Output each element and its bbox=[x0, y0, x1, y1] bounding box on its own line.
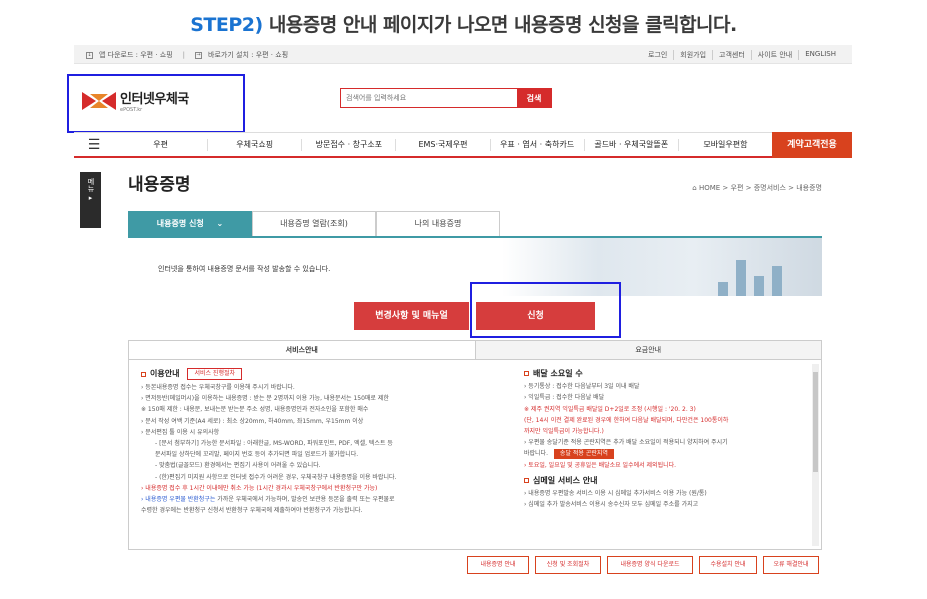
bullet-square-icon bbox=[524, 371, 529, 377]
usage-line: › 문서편집 툴 이용 시 유의사항 bbox=[141, 428, 220, 436]
delivery-days-title: 배달 소요일 수 bbox=[524, 368, 809, 379]
holiday-notice: › 토요일, 일요일 및 공휴일은 배달소요 일수에서 제외됩니다. bbox=[524, 461, 677, 469]
delivery-red-line: 까지만 익일특급이 가능합니다.) bbox=[524, 428, 604, 436]
bullet-square-icon bbox=[524, 477, 529, 483]
content-tabs: 내용증명 신청 ⌄ 내용증명 열람(조회) 나의 내용증명 bbox=[128, 211, 500, 236]
install-guide-button[interactable]: 수용설치 안내 bbox=[699, 556, 757, 574]
main-nav: ☰ 우편 우체국쇼핑 방문접수 · 창구소포 EMS·국제우편 우표 · 엽서 … bbox=[74, 131, 852, 158]
login-link[interactable]: 로그인 bbox=[642, 50, 673, 60]
tab-apply[interactable]: 내용증명 신청 ⌄ bbox=[128, 211, 252, 236]
delivery-note-cont: 바랍니다. 송달 적용 곤란지역 bbox=[524, 448, 809, 460]
nav-item-ems[interactable]: EMS·국제우편 bbox=[395, 138, 489, 151]
delivery-note-text: 바랍니다. bbox=[524, 450, 548, 458]
shortcut-icon: → bbox=[195, 51, 203, 59]
delivery-days-heading: 배달 소요일 수 bbox=[533, 369, 583, 378]
cancel-notice: › 내용증명 접수 후 1시간 이내에만 취소 가능 (1시간 경과시 우체국창… bbox=[141, 484, 378, 492]
side-menu-tab[interactable]: 메뉴 ▸ bbox=[80, 172, 101, 228]
error-guide-button[interactable]: 오류 해결안내 bbox=[763, 556, 819, 574]
search-bar: 검색 bbox=[340, 88, 552, 108]
nav-item-visit-parcel[interactable]: 방문접수 · 창구소포 bbox=[301, 138, 395, 151]
guide-button[interactable]: 내용증명 안내 bbox=[467, 556, 529, 574]
usage-subline: - 맞춤법(글꼴모드) 환경에서는 편집기 사용이 어려울 수 있습니다. bbox=[155, 462, 321, 470]
delivery-note: › 우편물 송달기준 적용 곤란지역은 추가 배달 소요일이 적용되니 양지하여… bbox=[524, 439, 728, 447]
nav-item-shopping[interactable]: 우체국쇼핑 bbox=[207, 138, 301, 151]
site-logo[interactable]: 인터넷우체국 ePOST.kr bbox=[82, 88, 189, 113]
delivery-info: 배달 소요일 수 › 등기통상 : 접수한 다음날부터 3일 이내 배달 › 익… bbox=[524, 368, 809, 510]
breadcrumb[interactable]: ⌂ HOME > 우편 > 증명서비스 > 내용증명 bbox=[692, 183, 822, 193]
service-process-button[interactable]: 서비스 진행절차 bbox=[187, 368, 243, 380]
epost-logo-icon bbox=[82, 90, 116, 112]
scroll-thumb[interactable] bbox=[813, 372, 818, 472]
download-icon: ↓ bbox=[86, 51, 93, 59]
usage-subline: - [문서 첨부하기] 가능한 문서파일 : 아래한글, MS-WORD, 파워… bbox=[155, 440, 393, 448]
procedure-button[interactable]: 신청 및 조회절차 bbox=[535, 556, 601, 574]
info-tabs: 서비스안내 요금안내 bbox=[128, 340, 822, 360]
sitemap-link[interactable]: 사이트 안내 bbox=[750, 50, 798, 60]
nav-item-mobile-mailbox[interactable]: 모바일우편함 bbox=[677, 138, 772, 151]
banner-text: 인터넷을 통하여 내용증명 문서를 작성 발송할 수 있습니다. bbox=[158, 265, 331, 273]
bottom-buttons: 내용증명 안내 신청 및 조회절차 내용증명 양식 다운로드 수용설치 안내 오… bbox=[467, 556, 819, 574]
usage-subline: 문서파일 상하단에 꼬리말, 페이지 번호 등이 추가되면 파일 업로드가 불가… bbox=[155, 451, 359, 459]
delivery-line: › 등기통상 : 접수한 다음날부터 3일 이내 배달 bbox=[524, 383, 640, 391]
util-divider: | bbox=[182, 51, 186, 59]
return-request-notice: › 내용증명 우편물 반환청구는 가까운 우체국에서 가능하며, 발송인 보관용… bbox=[141, 494, 496, 505]
usage-line: › 등본내용증명 접수는 우체국창구를 이용해 주시기 바랍니다. bbox=[141, 384, 295, 391]
tab-service-info[interactable]: 서비스안내 bbox=[129, 341, 476, 359]
step-heading: STEP2) 내용증명 안내 페이지가 나오면 내용증명 신청을 클릭합니다. bbox=[0, 10, 927, 37]
tab-my-certificates[interactable]: 나의 내용증명 bbox=[376, 211, 500, 236]
manual-button[interactable]: 변경사항 및 매뉴얼 bbox=[354, 302, 469, 330]
usage-line: 수령한 경우에는 반환청구 신청서 반환청구 우체국에 제출하여야 반환청구가 … bbox=[141, 507, 363, 515]
nav-item-goldbar[interactable]: 골드바 · 우체국알뜰폰 bbox=[583, 138, 678, 151]
search-input[interactable] bbox=[341, 89, 517, 107]
chevron-down-icon: ⌄ bbox=[216, 219, 224, 228]
usage-line: › 면저등반(메일머시)을 이용하는 내용증명 : 받는 분 2명까지 이용 가… bbox=[141, 395, 389, 403]
simmail-line: › 내용증명 우편발송 서비스 이용 시 심메일 추가서비스 이용 가능 (원/… bbox=[524, 490, 707, 498]
usage-line: › 문서 작성 여백 기준(A4 세로) : 최소 상20mm, 하40mm, … bbox=[141, 417, 364, 425]
shortcut-install-link[interactable]: 바로가기 설치 : 우편 · 쇼핑 bbox=[208, 50, 288, 60]
step-number: STEP2) bbox=[190, 14, 263, 36]
app-download-link[interactable]: 앱 다운로드 : 우편 · 쇼핑 bbox=[99, 50, 173, 60]
return-request-text: 가까운 우체국에서 가능하며, 발송인 보관용 등본을 출력 또는 우편물로 bbox=[215, 496, 395, 504]
signup-link[interactable]: 회원가입 bbox=[673, 50, 712, 60]
info-scrollbar[interactable] bbox=[812, 364, 819, 546]
english-link[interactable]: ENGLISH bbox=[798, 50, 842, 60]
usage-guide: 이용안내 서비스 진행절차 › 등본내용증명 접수는 우체국창구를 이용해 주시… bbox=[141, 368, 496, 516]
side-menu-label: 메뉴 bbox=[87, 178, 95, 192]
simmail-title: 심메일 서비스 안내 bbox=[524, 475, 809, 486]
delivery-line: › 익일특급 : 접수한 다음날 배달 bbox=[524, 394, 605, 402]
return-request-link[interactable]: › 내용증명 우편물 반환청구는 bbox=[141, 496, 215, 503]
account-links: 로그인 회원가입 고객센터 사이트 안내 ENGLISH bbox=[642, 50, 842, 60]
side-menu-arrow-icon: ▸ bbox=[88, 194, 93, 202]
customer-center-link[interactable]: 고객센터 bbox=[712, 50, 751, 60]
step-text: 내용증명 안내 페이지가 나오면 내용증명 신청을 클릭합니다. bbox=[268, 14, 737, 36]
logo-subtitle: ePOST.kr bbox=[120, 107, 143, 113]
usage-guide-heading: 이용안내 bbox=[150, 369, 180, 379]
app-links: ↓ 앱 다운로드 : 우편 · 쇼핑 | → 바로가기 설치 : 우편 · 쇼핑 bbox=[86, 50, 288, 60]
usage-guide-title: 이용안내 서비스 진행절차 bbox=[141, 368, 496, 380]
utility-bar: ↓ 앱 다운로드 : 우편 · 쇼핑 | → 바로가기 설치 : 우편 · 쇼핑… bbox=[74, 45, 852, 64]
hamburger-menu-icon[interactable]: ☰ bbox=[74, 137, 114, 153]
delivery-red-line: (단, 14시 이전 결제 완료된 경우에 한하여 다음날 배달되며, 다만건은… bbox=[524, 416, 729, 424]
difficult-area-button[interactable]: 송달 적용 곤란지역 bbox=[553, 449, 614, 460]
simmail-heading: 심메일 서비스 안내 bbox=[533, 475, 598, 485]
tab-view[interactable]: 내용증명 열람(조회) bbox=[252, 211, 376, 236]
nav-item-stamps[interactable]: 우표 · 엽서 · 축하카드 bbox=[489, 138, 584, 151]
usage-line: ※ 150매 제한 : 내용문, 보내는분 받는분 주소 성명, 내용증명인과 … bbox=[141, 406, 369, 414]
form-download-button[interactable]: 내용증명 양식 다운로드 bbox=[607, 556, 693, 574]
logo-title: 인터넷우체국 bbox=[120, 92, 189, 107]
apply-highlight-box bbox=[470, 282, 621, 338]
contract-customer-button[interactable]: 계약고객전용 bbox=[771, 131, 852, 158]
page-title: 내용증명 bbox=[128, 175, 191, 195]
info-panel: 이용안내 서비스 진행절차 › 등본내용증명 접수는 우체국창구를 이용해 주시… bbox=[128, 360, 822, 550]
search-button[interactable]: 검색 bbox=[517, 89, 551, 107]
bullet-square-icon bbox=[141, 371, 146, 377]
tab-apply-label: 내용증명 신청 bbox=[156, 219, 204, 228]
nav-item-mail[interactable]: 우편 bbox=[114, 139, 207, 151]
tab-fee-info[interactable]: 요금안내 bbox=[475, 341, 821, 359]
usage-subline: - (한)편집기 미지원 사항으로 인터넷 접수가 어려운 경우, 우체국창구 … bbox=[155, 473, 397, 481]
simmail-line: › 심메일 추가 발송서비스 이용시 송수신자 모두 심메일 주소를 가지고 bbox=[524, 501, 699, 509]
delivery-red-line: ※ 제주 권지역 익일특급 배달일 D+2일로 조정 (시행일 : '20. 2… bbox=[524, 405, 696, 413]
